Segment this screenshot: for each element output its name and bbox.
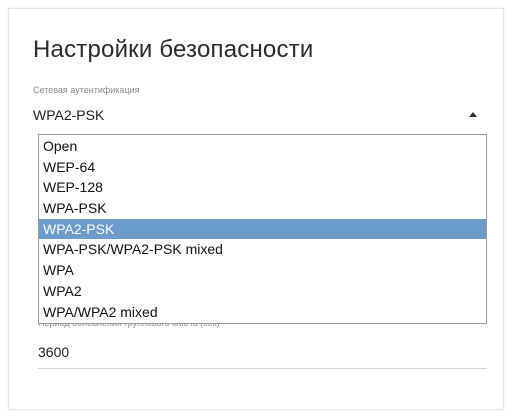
network-auth-select[interactable]: WPA2-PSK: [33, 107, 104, 123]
section-title: Настройки безопасности: [33, 36, 314, 63]
group-key-period-input[interactable]: 3600: [38, 344, 69, 360]
dropdown-option-wpa2[interactable]: WPA2: [39, 281, 486, 302]
network-auth-label: Сетевая аутентификация: [33, 85, 140, 95]
dropdown-option-open[interactable]: Open: [39, 136, 486, 157]
dropdown-option-wpa2-psk[interactable]: WPA2-PSK: [39, 218, 486, 240]
dropdown-option-wpa-psk-wpa2-psk-mixed[interactable]: WPA-PSK/WPA2-PSK mixed: [39, 239, 486, 260]
network-auth-dropdown-list: Open WEP-64 WEP-128 WPA-PSK WPA2-PSK WPA…: [38, 134, 487, 324]
chevron-up-icon[interactable]: [469, 112, 477, 117]
dropdown-option-wpa[interactable]: WPA: [39, 260, 486, 281]
input-underline: [38, 368, 487, 369]
dropdown-option-wep-64[interactable]: WEP-64: [39, 157, 486, 178]
dropdown-option-wpa-wpa2-mixed[interactable]: WPA/WPA2 mixed: [39, 302, 486, 323]
dropdown-option-wep-128[interactable]: WEP-128: [39, 177, 486, 198]
dropdown-option-wpa-psk[interactable]: WPA-PSK: [39, 198, 486, 219]
